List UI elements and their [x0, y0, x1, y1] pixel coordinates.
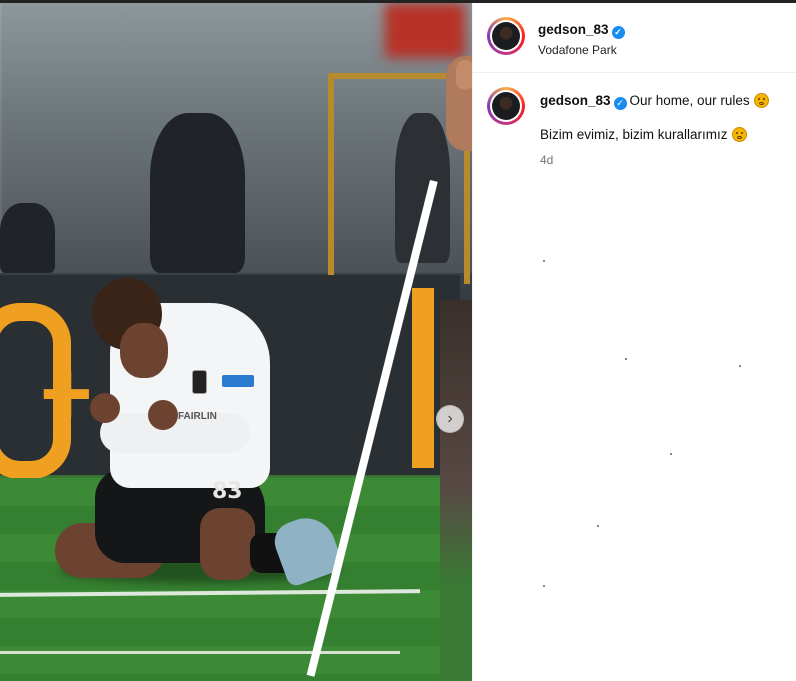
header-avatar[interactable] — [487, 17, 525, 55]
avatar-image — [492, 22, 520, 50]
caption-text: Our home, our rules — [629, 93, 750, 108]
translation-text: Bizim evimiz, bizim kurallarımız — [540, 127, 728, 142]
verified-badge-icon: ✓ — [613, 97, 627, 110]
avatar-border — [490, 90, 522, 122]
spectator-figure — [0, 203, 55, 273]
render-artifact — [670, 453, 672, 455]
header-divider — [473, 72, 796, 73]
render-artifact — [543, 260, 545, 262]
player-leg — [200, 508, 255, 580]
ad-board-graphic — [412, 288, 434, 468]
player-fist — [148, 400, 178, 430]
verified-badge-icon: ✓ — [611, 26, 625, 39]
next-photo-button[interactable]: › — [436, 405, 464, 433]
post-location[interactable]: Vodafone Park — [538, 43, 617, 57]
player-fist — [90, 393, 120, 423]
pleading-face-emoji-icon — [731, 127, 747, 142]
club-crest — [192, 370, 207, 394]
caption-translation: Bizim evimiz, bizim kurallarımız — [540, 127, 747, 142]
post-timestamp[interactable]: 4d — [540, 153, 553, 167]
post-header-username[interactable]: gedson_83 ✓ — [538, 22, 625, 39]
post-photo[interactable]: + FAIRLIN 83 — [0, 3, 472, 681]
post-details-panel: gedson_83 ✓ Vodafone Park gedson_83 ✓ Our h… — [472, 3, 796, 681]
avatar-border — [490, 20, 522, 52]
render-artifact — [543, 585, 545, 587]
chevron-right-icon: › — [447, 410, 453, 427]
next-photo-peek — [440, 300, 474, 681]
spectator-figure — [150, 113, 245, 273]
stands-red-banner — [385, 3, 465, 58]
pleading-face-emoji-icon — [753, 93, 769, 108]
caption-avatar[interactable] — [487, 87, 525, 125]
shorts-number: 83 — [212, 479, 243, 504]
avatar-image — [492, 92, 520, 120]
render-artifact — [739, 365, 741, 367]
ad-board-plus: + — [40, 344, 93, 444]
caption-username[interactable]: gedson_83 — [540, 93, 611, 108]
sleeve-patch — [222, 375, 254, 387]
pitch-line — [0, 651, 400, 654]
player-face — [120, 323, 168, 378]
render-artifact — [597, 525, 599, 527]
render-artifact — [625, 358, 627, 360]
shirt-sponsor: FAIRLIN — [178, 411, 217, 422]
caption-line: gedson_83 ✓ Our home, our rules — [540, 93, 769, 110]
username-text[interactable]: gedson_83 — [538, 22, 609, 37]
